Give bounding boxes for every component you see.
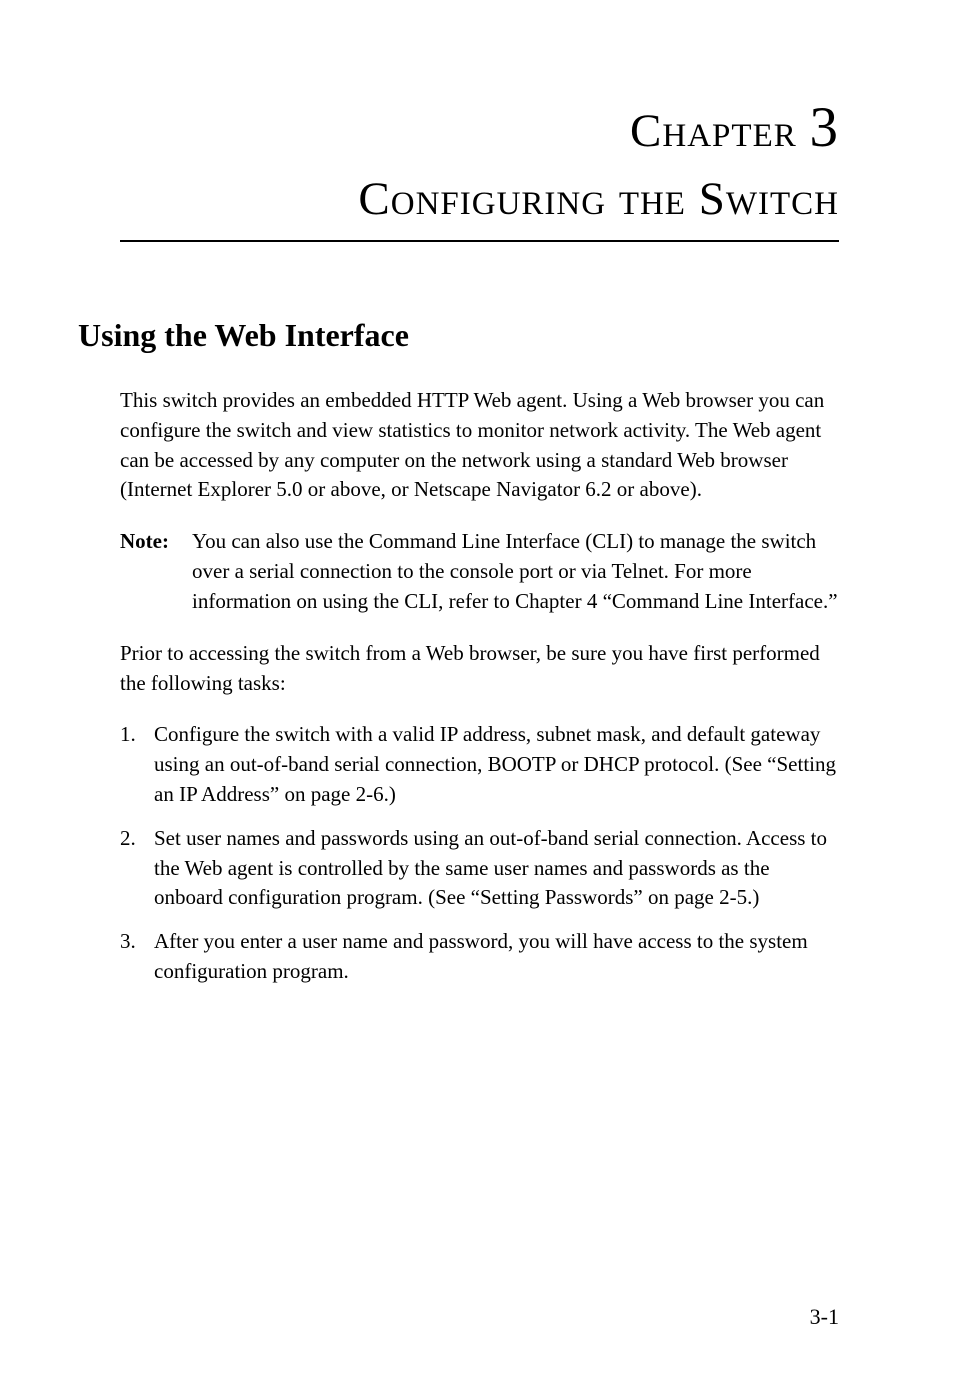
chapter-label: Chapter 3 bbox=[120, 95, 839, 160]
list-item: Configure the switch with a valid IP add… bbox=[120, 720, 839, 809]
section-heading: Using the Web Interface bbox=[78, 317, 839, 354]
page-number: 3-1 bbox=[810, 1304, 839, 1330]
list-item: After you enter a user name and password… bbox=[120, 927, 839, 987]
note-block: Note: You can also use the Command Line … bbox=[120, 527, 839, 616]
list-item: Set user names and passwords using an ou… bbox=[120, 824, 839, 913]
note-label: Note: bbox=[120, 527, 192, 616]
note-text: You can also use the Command Line Interf… bbox=[192, 527, 839, 616]
steps-list: Configure the switch with a valid IP add… bbox=[120, 720, 839, 987]
intro-paragraph: This switch provides an embedded HTTP We… bbox=[120, 386, 839, 505]
chapter-title: Configuring the Switch bbox=[120, 172, 839, 242]
chapter-word: Chapter bbox=[630, 105, 797, 157]
prior-paragraph: Prior to accessing the switch from a Web… bbox=[120, 639, 839, 699]
chapter-number: 3 bbox=[810, 96, 840, 159]
